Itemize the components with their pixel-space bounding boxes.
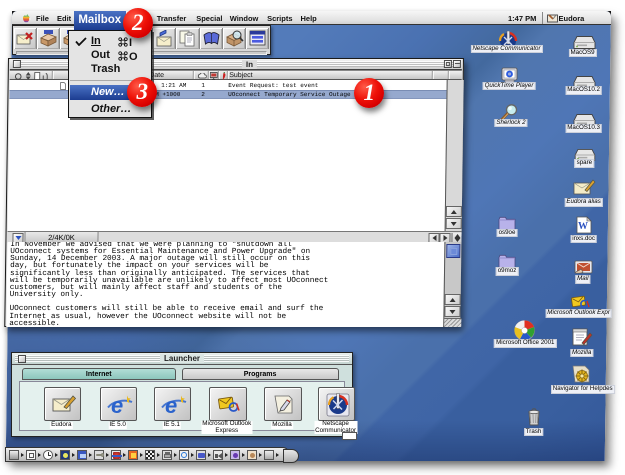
svg-text:W: W [578,221,588,232]
svg-text:e: e [111,393,123,418]
svg-text:e: e [165,393,177,418]
